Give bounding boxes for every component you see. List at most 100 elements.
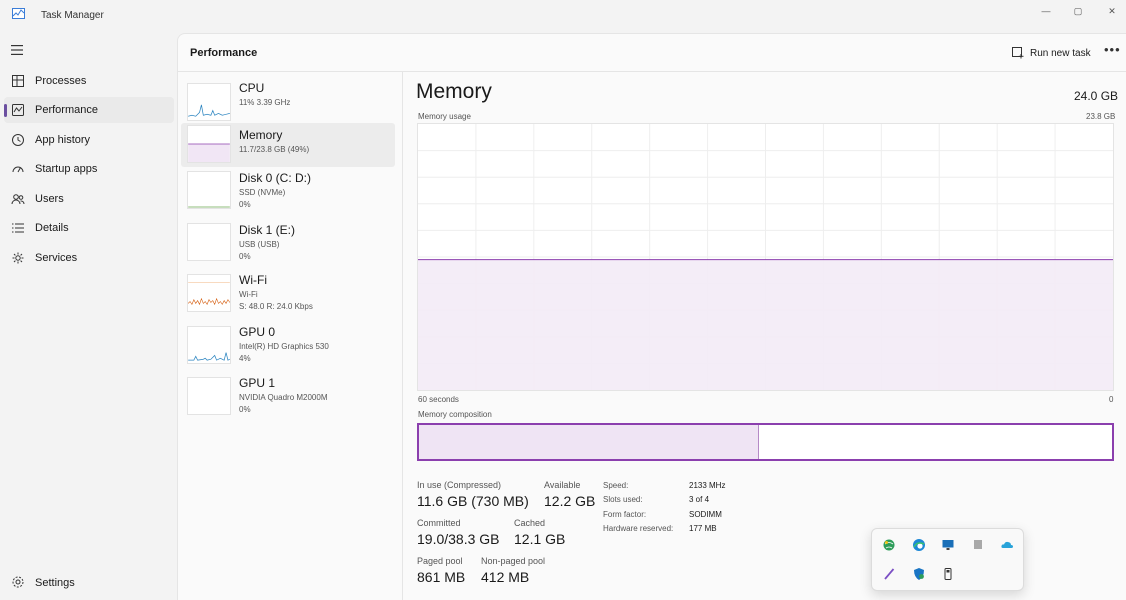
nav-label: Users	[35, 193, 64, 205]
stat-value: 861 MB	[417, 569, 466, 585]
memory-sparkline	[187, 125, 231, 163]
device-name: GPU 0	[239, 325, 276, 339]
spec-label: Hardware reserved:	[603, 524, 674, 533]
stat-label: Committed	[417, 518, 461, 528]
memory-composition-bar	[417, 423, 1114, 461]
stat-available: Available 12.2 GB	[544, 480, 595, 509]
nav-startup-apps[interactable]: Startup apps	[4, 156, 174, 182]
nav-users[interactable]: Users	[4, 186, 174, 212]
spec-value: 2133 MHz	[689, 481, 726, 490]
device-disk-1[interactable]: Disk 1 (E:) USB (USB) 0%	[181, 221, 395, 265]
pen-icon[interactable]	[882, 567, 896, 581]
device-cpu[interactable]: CPU 11% 3.39 GHz	[181, 81, 395, 125]
nav-services[interactable]: Services	[4, 245, 174, 271]
panel-divider	[402, 72, 403, 600]
task-manager-app-icon	[12, 8, 25, 19]
spec-label: Slots used:	[603, 495, 643, 504]
nav-settings[interactable]: Settings	[4, 571, 174, 595]
more-options-button[interactable]: •••	[1104, 42, 1121, 57]
memory-usage-label: Memory usage	[418, 112, 471, 121]
device-name: Wi-Fi	[239, 273, 267, 287]
close-button[interactable]: ✕	[1102, 4, 1122, 18]
stat-value: 12.1 GB	[514, 531, 566, 547]
globe-network-icon[interactable]	[882, 538, 896, 552]
device-stat: SSD (NVMe)	[239, 188, 286, 197]
gear-icon	[12, 576, 24, 588]
details-list-icon	[12, 223, 24, 233]
active-indicator	[4, 104, 7, 117]
run-task-icon	[1012, 47, 1024, 59]
device-stat: USB (USB)	[239, 240, 280, 249]
nav-label: App history	[35, 134, 91, 146]
device-stat: Wi-Fi	[239, 290, 258, 299]
defender-shield-icon[interactable]	[912, 567, 926, 581]
nav-app-history[interactable]: App history	[4, 127, 174, 153]
device-stat: NVIDIA Quadro M2000M	[239, 393, 328, 402]
stat-label: In use (Compressed)	[417, 480, 502, 490]
hamburger-menu-icon[interactable]	[10, 44, 24, 56]
device-stat: Intel(R) HD Graphics 530	[239, 342, 329, 351]
memory-total: 24.0 GB	[1074, 89, 1119, 103]
stat-label: Available	[544, 480, 581, 490]
spec-value: SODIMM	[689, 510, 722, 519]
display-monitor-icon[interactable]	[941, 538, 955, 552]
disk0-sparkline	[187, 171, 231, 209]
device-stat: 0%	[239, 200, 251, 209]
edge-browser-icon[interactable]	[912, 538, 926, 552]
stat-cached: Cached 12.1 GB	[514, 518, 565, 547]
wifi-sparkline	[187, 274, 231, 312]
nav-performance[interactable]: Performance	[4, 97, 174, 123]
spec-label: Form factor:	[603, 510, 647, 519]
device-name: GPU 1	[239, 376, 276, 390]
performance-panel: Performance Run new task ••• CPU 11% 3.3…	[177, 33, 1126, 600]
stat-in-use: In use (Compressed) 11.6 GB (730 MB)	[417, 480, 529, 509]
stat-committed: Committed 19.0/38.3 GB	[417, 518, 500, 547]
minimize-button[interactable]: —	[1036, 4, 1056, 18]
services-puzzle-icon	[12, 252, 24, 264]
onedrive-cloud-icon[interactable]	[1000, 538, 1014, 552]
tray-overflow-flyout	[871, 528, 1024, 591]
gpu0-sparkline	[187, 326, 231, 364]
usb-eject-icon[interactable]	[941, 567, 955, 581]
device-name: Disk 1 (E:)	[239, 223, 296, 237]
memory-title: Memory	[416, 80, 492, 103]
run-new-task-label: Run new task	[1030, 48, 1091, 59]
memory-usage-max: 23.8 GB	[1086, 112, 1116, 121]
stat-label: Non-paged pool	[481, 556, 546, 566]
header-divider	[178, 71, 1126, 72]
gpu1-sparkline	[187, 377, 231, 415]
device-stat: 4%	[239, 354, 251, 363]
nav-processes[interactable]: Processes	[4, 68, 174, 94]
title-bar: Task Manager — ▢ ✕	[0, 0, 1126, 32]
stat-paged-pool: Paged pool 861 MB	[417, 556, 465, 585]
nav-label: Performance	[35, 104, 98, 116]
graph-axis-right: 0	[1109, 395, 1114, 404]
composition-in-use-segment	[419, 425, 759, 459]
device-wifi[interactable]: Wi-Fi Wi-Fi S: 48.0 R: 24.0 Kbps	[181, 272, 395, 316]
disk1-sparkline	[187, 223, 231, 261]
history-clock-icon	[12, 134, 24, 146]
nav-label: Startup apps	[35, 163, 98, 175]
device-gpu-0[interactable]: GPU 0 Intel(R) HD Graphics 530 4%	[181, 324, 395, 368]
stat-value: 412 MB	[481, 569, 530, 585]
nav-label: Details	[35, 222, 69, 234]
device-disk-0[interactable]: Disk 0 (C: D:) SSD (NVMe) 0%	[181, 169, 395, 213]
nav-label: Services	[35, 252, 78, 264]
spec-value: 177 MB	[689, 524, 717, 533]
startup-gauge-icon	[12, 166, 24, 173]
device-name: CPU	[239, 81, 265, 95]
nav-details[interactable]: Details	[4, 215, 174, 241]
spec-value: 3 of 4	[689, 495, 710, 504]
maximize-button[interactable]: ▢	[1068, 4, 1088, 18]
memory-composition-label: Memory composition	[418, 410, 492, 419]
device-memory[interactable]: Memory 11.7/23.8 GB (49%)	[181, 123, 395, 167]
device-stat: 0%	[239, 405, 251, 414]
performance-chart-icon	[12, 104, 24, 116]
stat-value: 19.0/38.3 GB	[417, 531, 500, 547]
device-stat: 0%	[239, 252, 251, 261]
device-stat: 11% 3.39 GHz	[239, 98, 291, 107]
gray-square-icon[interactable]	[971, 538, 985, 552]
stat-value: 12.2 GB	[544, 493, 596, 509]
device-gpu-1[interactable]: GPU 1 NVIDIA Quadro M2000M 0%	[181, 375, 395, 419]
stat-label: Cached	[514, 518, 546, 528]
